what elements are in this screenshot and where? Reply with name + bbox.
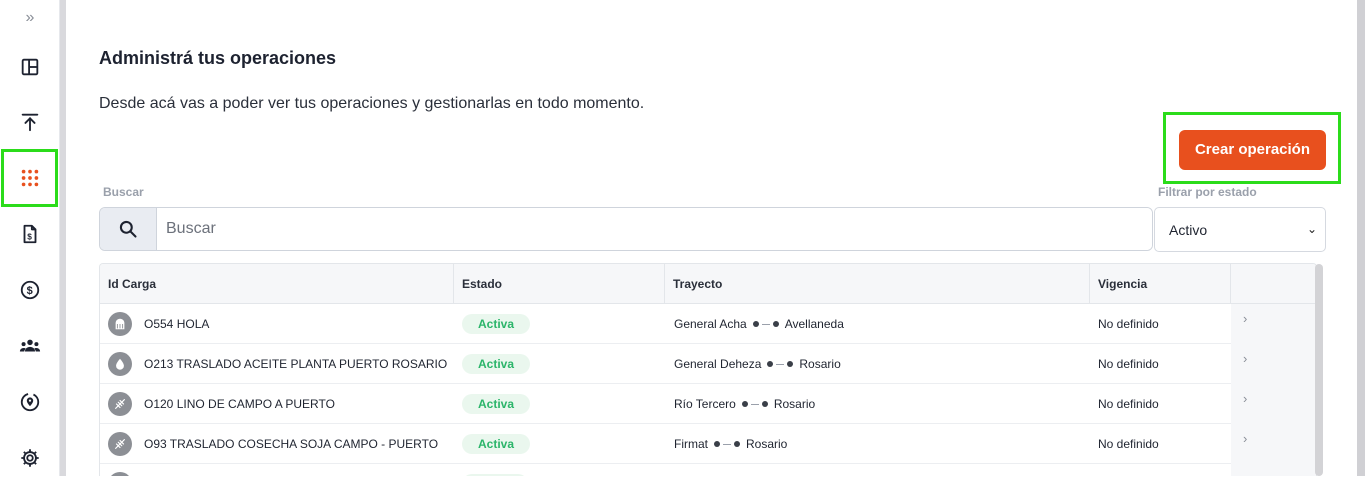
route-line-icon bbox=[723, 443, 731, 445]
status-badge: Activa bbox=[462, 434, 531, 454]
row-id: O213 TRASLADO ACEITE PLANTA PUERTO ROSAR… bbox=[144, 357, 448, 371]
search-label: Buscar bbox=[103, 185, 144, 199]
upload-icon bbox=[21, 113, 38, 132]
route-dot-icon bbox=[734, 441, 740, 447]
route-dot-icon bbox=[767, 361, 774, 367]
status-badge: Activa bbox=[462, 314, 531, 334]
route-dot-icon bbox=[714, 441, 720, 447]
nav-locations[interactable] bbox=[2, 375, 57, 429]
status-badge: Activa bbox=[462, 394, 531, 414]
nav-operations[interactable] bbox=[1, 149, 58, 207]
search-input[interactable] bbox=[157, 208, 1152, 250]
col-header-estado[interactable]: Estado bbox=[454, 264, 665, 304]
route-destination: Rosario bbox=[799, 357, 841, 371]
route-origin: General Acha bbox=[674, 317, 747, 331]
dashboard-icon bbox=[21, 58, 38, 76]
row-vigencia: No definido bbox=[1098, 437, 1159, 451]
status-filter-value: Activo bbox=[1169, 221, 1208, 238]
svg-text:$: $ bbox=[27, 233, 32, 242]
chevron-down-icon: ⌄ bbox=[1306, 222, 1317, 236]
nav-dashboard[interactable] bbox=[2, 40, 57, 94]
table-row[interactable]: O120 LINO DE CAMPO A PUERTO Activa Río T… bbox=[100, 384, 1316, 424]
row-id: O93 TRASLADO COSECHA SOJA CAMPO - PUERTO bbox=[144, 437, 439, 451]
route-dot-icon bbox=[761, 401, 768, 407]
route-destination: Rosario bbox=[773, 397, 816, 411]
invoice-icon: $ bbox=[23, 224, 36, 244]
route-origin: Río Tercero bbox=[674, 397, 736, 411]
silo-icon bbox=[108, 312, 132, 336]
sidebar: » $ $ bbox=[0, 0, 60, 476]
location-icon bbox=[20, 392, 39, 412]
route-destination: Rosario bbox=[746, 437, 788, 451]
search-box bbox=[99, 207, 1153, 251]
row-open-button[interactable]: › bbox=[1231, 304, 1316, 344]
row-id: O554 HOLA bbox=[144, 317, 210, 331]
row-vigencia: No definido bbox=[1098, 317, 1159, 331]
status-filter-select[interactable]: Activo ⌄ bbox=[1154, 207, 1326, 252]
route-origin: General Deheza bbox=[674, 357, 762, 371]
route-destination: Avellaneda bbox=[784, 317, 844, 331]
col-header-vigencia[interactable]: Vigencia bbox=[1090, 264, 1231, 304]
grid-dots-icon bbox=[21, 169, 38, 187]
route-dot-icon bbox=[741, 401, 748, 407]
wheat-icon bbox=[108, 472, 132, 476]
col-header-id[interactable]: Id Carga bbox=[100, 264, 454, 304]
page-title: Administrá tus operaciones bbox=[99, 48, 337, 68]
main-content: Administrá tus operaciones Desde acá vas… bbox=[66, 0, 1357, 476]
dollar-icon: $ bbox=[20, 280, 39, 300]
nav-settings[interactable] bbox=[2, 431, 57, 485]
col-header-trayecto[interactable]: Trayecto bbox=[665, 264, 1090, 304]
chevron-right-icon: › bbox=[1243, 311, 1248, 326]
route-dot-icon bbox=[787, 361, 794, 367]
expand-sidebar-button[interactable]: » bbox=[20, 8, 40, 28]
chevron-right-icon: › bbox=[1243, 431, 1248, 446]
nav-users[interactable] bbox=[2, 319, 57, 373]
table-row[interactable]: O213 TRASLADO ACEITE PLANTA PUERTO ROSAR… bbox=[100, 344, 1316, 384]
row-open-button[interactable]: › bbox=[1231, 344, 1316, 384]
route-dot-icon bbox=[752, 321, 759, 327]
chevron-right-icon: › bbox=[1243, 391, 1248, 406]
row-open-button[interactable]: › bbox=[1231, 384, 1316, 424]
table-row[interactable]: O93 TRASLADO COSECHA SOJA CAMPO - PUERTO… bbox=[100, 424, 1316, 464]
route-line-icon bbox=[776, 363, 785, 365]
nav-upload[interactable] bbox=[2, 95, 57, 149]
drop-icon bbox=[108, 352, 132, 376]
nav-payments[interactable]: $ bbox=[2, 263, 57, 317]
wheat-icon bbox=[108, 392, 132, 416]
page-scrollbar[interactable] bbox=[1357, 0, 1365, 476]
table-row[interactable]: O554 HOLA Activa General Acha Avellaneda… bbox=[100, 304, 1316, 344]
table-header: Id Carga Estado Trayecto Vigencia bbox=[100, 264, 1316, 304]
search-icon-button[interactable] bbox=[100, 208, 157, 250]
route-line-icon bbox=[761, 323, 770, 325]
col-header-actions bbox=[1231, 264, 1316, 304]
table-scrollbar[interactable] bbox=[1315, 264, 1323, 476]
filter-label: Filtrar por estado bbox=[1158, 185, 1257, 199]
operations-table: Id Carga Estado Trayecto Vigencia O554 H… bbox=[99, 263, 1317, 476]
route-dot-icon bbox=[772, 321, 779, 327]
table-row[interactable] bbox=[100, 464, 1316, 476]
page-subtitle: Desde acá vas a poder ver tus operacione… bbox=[99, 95, 645, 112]
search-icon bbox=[119, 220, 137, 238]
status-badge: Activa bbox=[462, 354, 531, 374]
nav-invoices[interactable]: $ bbox=[2, 207, 57, 261]
create-operation-button[interactable]: Crear operación bbox=[1179, 130, 1326, 170]
route-line-icon bbox=[750, 403, 759, 405]
wheat-icon bbox=[108, 432, 132, 456]
row-id: O120 LINO DE CAMPO A PUERTO bbox=[144, 397, 335, 411]
gear-icon bbox=[20, 449, 39, 467]
svg-text:$: $ bbox=[26, 285, 32, 297]
row-open-button[interactable] bbox=[1231, 464, 1316, 476]
row-vigencia: No definido bbox=[1098, 397, 1159, 411]
row-open-button[interactable]: › bbox=[1231, 424, 1316, 464]
users-icon bbox=[19, 339, 40, 352]
chevron-right-icon: › bbox=[1243, 351, 1248, 366]
route-origin: Firmat bbox=[674, 437, 708, 451]
row-vigencia: No definido bbox=[1098, 357, 1159, 371]
